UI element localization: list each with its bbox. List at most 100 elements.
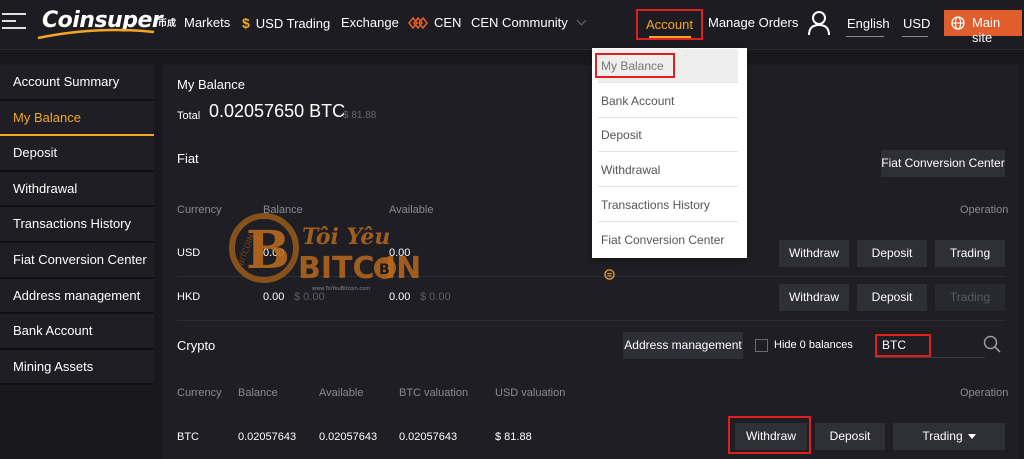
sidebar-item-address-management[interactable]: Address management xyxy=(0,278,154,315)
nav-cen-label: CEN xyxy=(434,15,462,30)
nav-account[interactable]: Account xyxy=(636,9,703,40)
sidebar-item-bank-account[interactable]: Bank Account xyxy=(0,314,154,350)
dropdown-item-transactions-history[interactable]: Transactions History xyxy=(598,188,738,222)
hkd-withdraw-button[interactable]: Withdraw xyxy=(779,284,849,311)
nav-usd-trading[interactable]: $ USD Trading xyxy=(242,15,330,31)
top-navigation-bar: Coinsuper 币成 Markets $ USD Trading Exchan… xyxy=(0,0,1024,50)
toiyeubitcoin-watermark-logo: BITCOIN B Tôi Yêu BITC IN B www.ToiYeuBi… xyxy=(229,213,421,292)
dollar-icon: $ xyxy=(242,15,250,31)
crypto-header-operation: Operation xyxy=(960,387,1009,399)
currency-selector[interactable]: USD xyxy=(903,16,930,31)
trading-label: Trading xyxy=(922,429,963,443)
watermark-line2: BITC IN xyxy=(298,251,421,286)
row-usd-valuation: $ 81.88 xyxy=(495,431,532,443)
crypto-header-currency: Currency xyxy=(177,387,222,399)
account-dropdown-menu: My Balance Bank Account Deposit Withdraw… xyxy=(592,48,747,280)
hkd-trading-button-disabled: Trading xyxy=(935,284,1005,311)
sidebar-item-label: Deposit xyxy=(13,145,58,161)
dropdown-item-label: Fiat Conversion Center xyxy=(601,233,725,247)
nav-account-label: Account xyxy=(646,17,693,32)
page-title: My Balance xyxy=(177,77,245,92)
language-selector[interactable]: English xyxy=(847,16,890,31)
sidebar-item-label: Account Summary xyxy=(13,74,120,89)
nav-exchange[interactable]: Exchange xyxy=(341,15,399,30)
nav-cen[interactable]: CEN xyxy=(408,15,461,30)
svg-text:B: B xyxy=(379,262,390,278)
watermark-big-b: B xyxy=(246,220,290,281)
sidebar-item-label: Mining Assets xyxy=(13,358,94,374)
sidebar-item-label: Bank Account xyxy=(13,323,93,339)
sidebar-item-label: Withdrawal xyxy=(13,180,78,196)
dropdown-item-deposit[interactable]: Deposit xyxy=(598,118,738,152)
nav-cen-community-label: CEN Community xyxy=(471,15,568,30)
fiat-header-operation: Operation xyxy=(960,204,1009,216)
highlight-frame xyxy=(595,53,675,78)
sidebar-item-fiat-conversion-center[interactable]: Fiat Conversion Center xyxy=(0,242,154,300)
dropdown-item-fiat-conversion-center[interactable]: Fiat Conversion Center xyxy=(598,223,738,280)
main-site-label: Main site xyxy=(972,15,1001,45)
nav-cen-community[interactable]: CEN Community xyxy=(471,15,587,30)
usd-withdraw-button[interactable]: Withdraw xyxy=(779,240,849,267)
search-value: BTC xyxy=(882,338,906,352)
crypto-header-usd-valuation: USD valuation xyxy=(495,387,566,399)
sidebar-item-label: My Balance xyxy=(13,109,81,125)
row-currency: HKD xyxy=(177,291,201,303)
crypto-search-input[interactable]: BTC xyxy=(875,334,931,357)
section-divider xyxy=(177,320,1005,321)
nav-usd-trading-label: USD Trading xyxy=(255,16,331,31)
coin-icon xyxy=(604,269,615,280)
sidebar-item-deposit[interactable]: Deposit xyxy=(0,136,154,172)
usd-deposit-button[interactable]: Deposit xyxy=(857,240,927,267)
dropdown-item-withdrawal[interactable]: Withdrawal xyxy=(598,153,738,187)
watermark-line1: Tôi Yêu xyxy=(302,224,390,250)
total-usd-value: $ 81.88 xyxy=(343,110,377,121)
crypto-header-available: Available xyxy=(319,387,364,399)
sidebar-item-withdrawal[interactable]: Withdrawal xyxy=(0,171,154,208)
hide-zero-balances-label: Hide 0 balances xyxy=(774,339,853,351)
dropdown-item-bank-account[interactable]: Bank Account xyxy=(598,84,738,118)
address-management-button[interactable]: Address management xyxy=(623,332,743,359)
total-label: Total xyxy=(177,110,201,122)
coinsuper-logo[interactable]: Coinsuper 币成 xyxy=(36,6,177,40)
cen-logo-icon xyxy=(408,16,428,30)
row-currency: BTC xyxy=(177,431,199,443)
user-icon[interactable] xyxy=(808,10,830,36)
currency-underline xyxy=(902,36,928,37)
crypto-section-title: Crypto xyxy=(177,338,216,353)
btc-deposit-button[interactable]: Deposit xyxy=(815,423,885,450)
sidebar-item-account-summary[interactable]: Account Summary xyxy=(0,65,154,101)
sidebar-item-label: Transactions History xyxy=(13,216,131,232)
sidebar-item-mining-assets[interactable]: Mining Assets xyxy=(0,349,154,386)
logo-swoosh-icon xyxy=(37,28,155,40)
nav-markets[interactable]: Markets xyxy=(184,15,230,30)
chevron-down-icon xyxy=(576,15,587,26)
caret-down-icon xyxy=(967,434,976,439)
row-available: 0.02057643 xyxy=(319,431,378,443)
highlight-frame xyxy=(728,416,811,454)
usd-trading-button[interactable]: Trading xyxy=(935,240,1005,267)
hide-zero-balances-checkbox[interactable] xyxy=(755,339,768,352)
crypto-header-balance: Balance xyxy=(238,387,278,399)
sidebar-item-label: Fiat Conversion Center xyxy=(13,251,147,267)
crypto-header-btc-valuation: BTC valuation xyxy=(399,387,469,399)
total-btc-value: 0.02057650 BTC xyxy=(209,101,346,121)
logo-sub-text: 币成 xyxy=(158,18,177,28)
nav-manage-orders[interactable]: Manage Orders xyxy=(708,15,798,30)
sidebar-item-label: Address management xyxy=(13,287,141,303)
main-site-button[interactable]: Main site xyxy=(944,10,1022,45)
active-underline xyxy=(649,36,691,38)
watermark-url: www.ToiYeuBitcoin.com xyxy=(312,286,370,292)
language-underline xyxy=(846,36,884,37)
hkd-deposit-button[interactable]: Deposit xyxy=(857,284,927,311)
row-btc-valuation: 0.02057643 xyxy=(399,431,458,443)
row-balance: 0.02057643 xyxy=(238,431,297,443)
account-sidebar: Account Summary My Balance Deposit Withd… xyxy=(0,65,154,386)
row-currency: USD xyxy=(177,247,201,259)
sidebar-item-my-balance[interactable]: My Balance xyxy=(0,100,154,137)
search-icon[interactable] xyxy=(983,335,1001,353)
btc-trading-dropdown-button[interactable]: Trading xyxy=(893,423,1005,450)
sidebar-item-transactions-history[interactable]: Transactions History xyxy=(0,207,154,243)
fiat-conversion-center-button[interactable]: Fiat Conversion Center xyxy=(881,150,1005,177)
fiat-header-currency: Currency xyxy=(177,204,222,216)
hamburger-icon[interactable] xyxy=(2,13,26,31)
